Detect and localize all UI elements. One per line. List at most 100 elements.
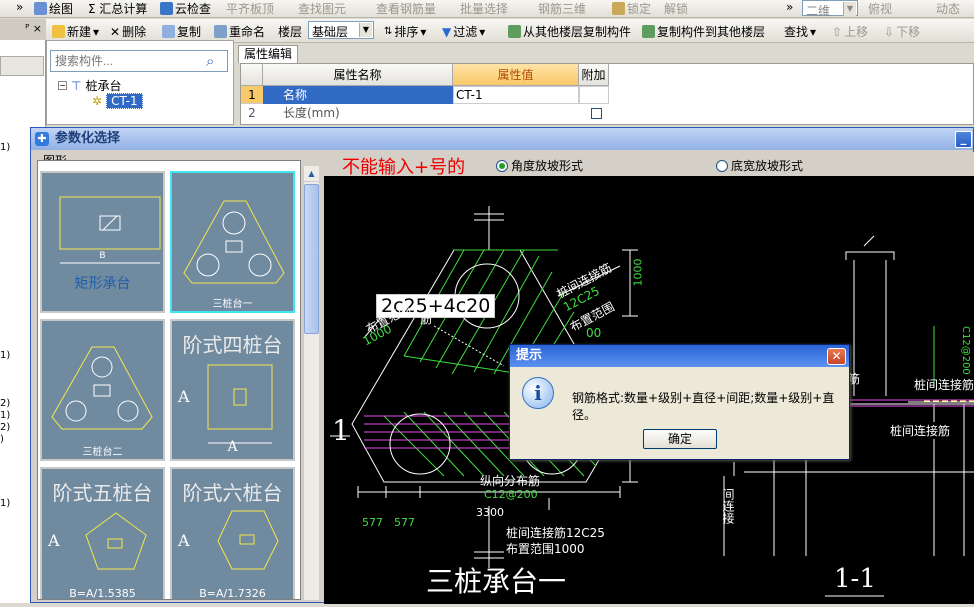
- three-pile-diagram: [183, 200, 285, 284]
- left-strip-label: 1): [0, 410, 11, 421]
- dim-label-a: A: [178, 531, 190, 550]
- col-header-name[interactable]: 属性名称: [263, 64, 453, 86]
- minimize-button[interactable]: _: [955, 131, 972, 148]
- filter-button[interactable]: ▼ 过滤 ▾: [442, 23, 485, 40]
- message-text: 钢筋格式:数量+级别+直径+间距;数量+级别+直径。: [572, 391, 835, 422]
- left-dock-tab[interactable]: [0, 56, 44, 76]
- radio-unchecked[interactable]: [716, 159, 728, 172]
- dynamic-button[interactable]: 动态: [936, 0, 960, 17]
- thumb-stepped-five-pile[interactable]: 阶式五桩台 A B=A/1.5385: [40, 467, 165, 600]
- canvas-header: 不能输入+号的 角度放坡形式 底宽放坡形式: [324, 152, 974, 178]
- panel-pin-close[interactable]: ᴾ ×: [0, 19, 46, 41]
- radio-label: 角度放坡形式: [511, 159, 584, 173]
- thumb-three-pile-cap-2[interactable]: 三桩台二: [40, 319, 165, 461]
- thumb-caption: 三桩台一: [212, 299, 253, 310]
- tab-property-edit[interactable]: 属性编辑: [238, 45, 298, 63]
- new-button[interactable]: 新建 ▾: [52, 23, 99, 40]
- draw-button[interactable]: 绘图: [34, 0, 73, 17]
- dim-label-a: A: [48, 531, 60, 550]
- thumb-caption: 矩形承台: [74, 276, 131, 292]
- tree-child-label: CT-1: [106, 93, 143, 109]
- left-strip-label: 1): [0, 142, 11, 153]
- unlock-button[interactable]: 解锁: [664, 0, 688, 17]
- cad-label: 纵向分布筋: [480, 474, 541, 488]
- toolbar-overflow-2[interactable]: »: [786, 0, 793, 14]
- row-number: 1: [241, 86, 263, 104]
- table-row-value[interactable]: CT-1: [453, 86, 579, 104]
- copy-from-floor-icon: [508, 25, 521, 38]
- new-icon: [52, 25, 65, 38]
- rename-button[interactable]: 重命名: [214, 23, 265, 40]
- toolbar-overflow[interactable]: »: [16, 0, 23, 14]
- rename-icon: [214, 25, 227, 38]
- copy-from-floor-button[interactable]: 从其他楼层复制构件: [508, 23, 631, 40]
- radio-label: 底宽放坡形式: [731, 159, 804, 173]
- cloud-icon: [160, 2, 173, 15]
- dim-label: B: [99, 251, 106, 261]
- collapse-icon[interactable]: −: [58, 81, 67, 90]
- batch-select-button[interactable]: 批量选择: [460, 0, 508, 17]
- info-icon: i: [522, 377, 554, 409]
- move-down-button[interactable]: ⇩ 下移: [884, 23, 920, 40]
- table-row-name[interactable]: 名称: [263, 86, 453, 104]
- tree-node-child[interactable]: ✲ CT-1: [92, 93, 143, 109]
- lock-button[interactable]: 锁定: [612, 0, 651, 17]
- col-header-value[interactable]: 属性值: [453, 64, 579, 86]
- thumb-stepped-six-pile[interactable]: 阶式六桩台 A B=A/1.7326: [170, 467, 295, 599]
- dim-label: B=A/1.5385: [69, 587, 136, 600]
- shape-thumbnail-list: B 矩形承台 三桩台一 三桩台二 阶式四桩台 A A 阶式五桩台 A B=A/1…: [37, 160, 301, 600]
- tree-node-root[interactable]: − ⊤ 桩承台: [58, 77, 121, 94]
- ok-button[interactable]: 确定: [643, 429, 717, 449]
- sort-button[interactable]: ⇅ 排序 ▾: [384, 23, 426, 40]
- radio-checked[interactable]: [496, 159, 508, 172]
- left-strip-label: 2): [0, 398, 11, 409]
- delete-icon: ✕: [110, 24, 121, 39]
- cad-label: C12@200: [960, 326, 971, 375]
- move-up-button[interactable]: ⇧ 上移: [832, 23, 868, 40]
- scroll-thumb[interactable]: [304, 184, 319, 334]
- thumb-stepped-four-pile[interactable]: 阶式四桩台 A A: [170, 319, 295, 461]
- col-header-extra[interactable]: 附加: [579, 64, 609, 86]
- close-button[interactable]: ✕: [827, 348, 846, 365]
- find-button[interactable]: 查找 ▾: [784, 23, 816, 40]
- cad-label: 577: [362, 516, 383, 529]
- radio-bottom-width-slope[interactable]: 底宽放坡形式: [716, 157, 803, 174]
- copy-to-floor-icon: [642, 25, 655, 38]
- calc-button[interactable]: Σ 汇总计算: [88, 0, 147, 17]
- table-row-name[interactable]: 长度(mm): [263, 104, 453, 122]
- radio-angle-slope[interactable]: 角度放坡形式: [496, 157, 583, 174]
- drawing-title: 三桩承台一: [426, 565, 567, 598]
- floor-select[interactable]: 基础层 ▼: [308, 21, 374, 39]
- view-rebar-button[interactable]: 查看钢筋量: [376, 0, 436, 17]
- scroll-up-icon[interactable]: ▲: [304, 166, 319, 182]
- table-row-extra[interactable]: [579, 86, 609, 104]
- delete-button[interactable]: ✕ 删除: [110, 23, 146, 40]
- app-icon: ✚: [35, 132, 49, 146]
- sort-icon: ⇅: [384, 26, 393, 37]
- copy-icon: [162, 25, 175, 38]
- search-icon[interactable]: ⌕: [206, 52, 214, 70]
- left-strip-label: 1): [0, 350, 11, 361]
- draw-icon: [34, 2, 47, 15]
- search-input[interactable]: [50, 50, 228, 72]
- rebar-3d-button[interactable]: 钢筋三维: [538, 0, 586, 17]
- cad-label: 桩间连接筋: [890, 422, 951, 439]
- cad-label: 筋: [420, 312, 433, 326]
- level-top-button[interactable]: 平齐板顶: [226, 0, 274, 17]
- thumb-three-pile-cap-1[interactable]: 三桩台一: [170, 171, 295, 313]
- dim-label: A: [227, 439, 238, 455]
- find-element-button[interactable]: 查找图元: [298, 0, 346, 17]
- cloud-check-button[interactable]: 云检查: [160, 0, 211, 17]
- thumb-scrollbar[interactable]: ▲: [303, 166, 319, 600]
- extra-checkbox[interactable]: [591, 108, 602, 119]
- view-mode-select[interactable]: 二维 ▼: [802, 0, 858, 18]
- main-toolbar: » 绘图 Σ 汇总计算 云检查 平齐板顶 查找图元 查看钢筋量 批量选择 钢筋三…: [0, 0, 974, 18]
- message-title: 提示: [510, 345, 849, 367]
- lock-icon: [612, 2, 625, 15]
- thumb-rect-cap[interactable]: B 矩形承台: [40, 171, 165, 313]
- section-marker: 1: [332, 414, 350, 447]
- view-direction-button[interactable]: 俯视: [868, 0, 892, 17]
- left-strip-label: 2): [0, 422, 11, 433]
- copy-to-floor-button[interactable]: 复制构件到其他楼层: [642, 23, 765, 40]
- copy-button[interactable]: 复制: [162, 23, 201, 40]
